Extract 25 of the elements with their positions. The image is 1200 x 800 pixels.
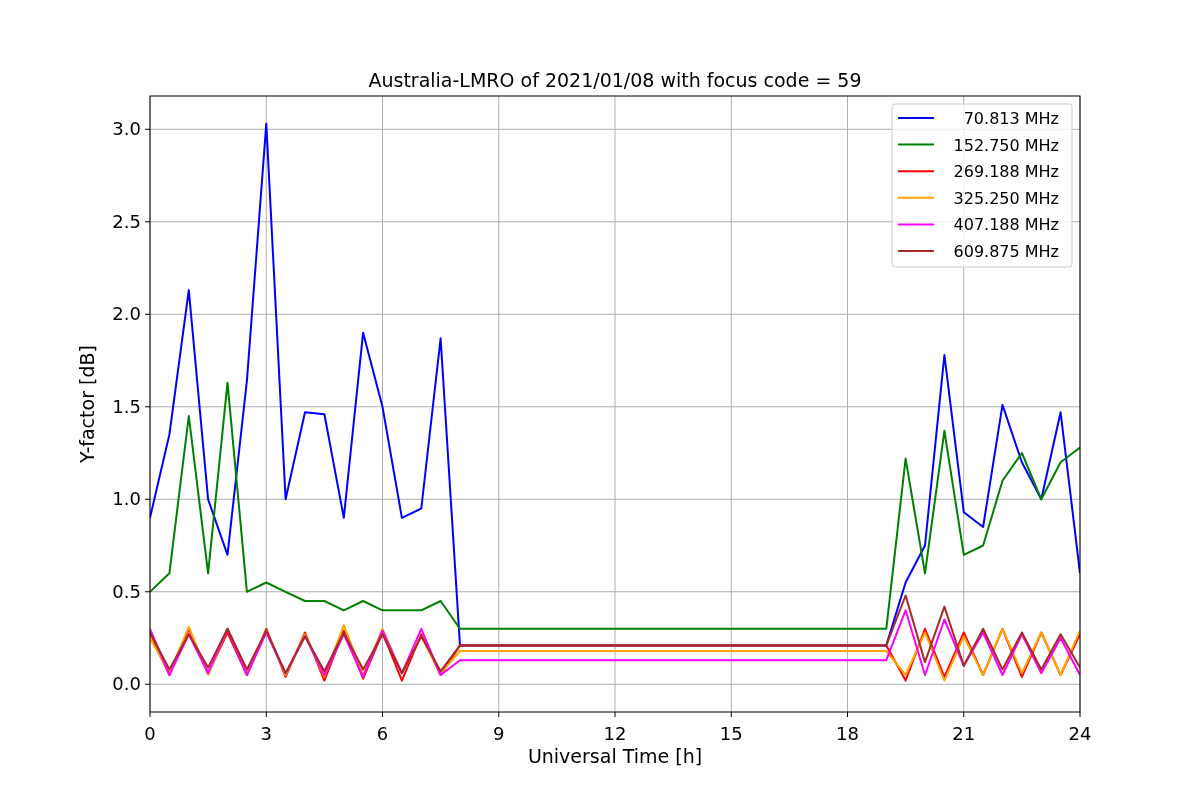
y-axis-label: Y-factor [dB] bbox=[76, 345, 98, 463]
x-axis-label: Universal Time [h] bbox=[527, 745, 703, 767]
x-tick-label: 18 bbox=[836, 723, 859, 744]
x-tick-label: 6 bbox=[376, 723, 389, 744]
y-tick-label: 0.0 bbox=[112, 673, 141, 695]
chart-title: Australia-LMRO of 2021/01/08 with focus code = 59 bbox=[368, 69, 862, 91]
x-tick-label: 15 bbox=[719, 723, 743, 744]
y-tick-label: 2.0 bbox=[112, 303, 141, 325]
legend-label: 407.188 MHz bbox=[953, 215, 1059, 235]
y-tick-label: 1.0 bbox=[112, 488, 141, 510]
y-tick-label: 1.5 bbox=[112, 395, 141, 417]
legend-label: 70.813 MHz bbox=[963, 109, 1059, 128]
y-tick-label: 3.0 bbox=[112, 118, 141, 140]
y-tick-label: 2.5 bbox=[112, 210, 141, 232]
legend-label: 152.750 MHz bbox=[953, 135, 1059, 155]
x-tick-label: 12 bbox=[603, 723, 627, 744]
x-tick-label: 9 bbox=[493, 723, 505, 744]
legend-label: 609.875 MHz bbox=[953, 242, 1059, 261]
x-tick-label: 21 bbox=[952, 723, 976, 744]
legend-label: 269.188 MHz bbox=[953, 162, 1059, 182]
x-tick-label: 0 bbox=[144, 723, 156, 744]
legend-label: 325.250 MHz bbox=[953, 188, 1059, 208]
x-tick-label: 3 bbox=[260, 723, 272, 744]
y-tick-label: 0.5 bbox=[112, 580, 141, 602]
x-tick-label: 24 bbox=[1068, 723, 1092, 744]
